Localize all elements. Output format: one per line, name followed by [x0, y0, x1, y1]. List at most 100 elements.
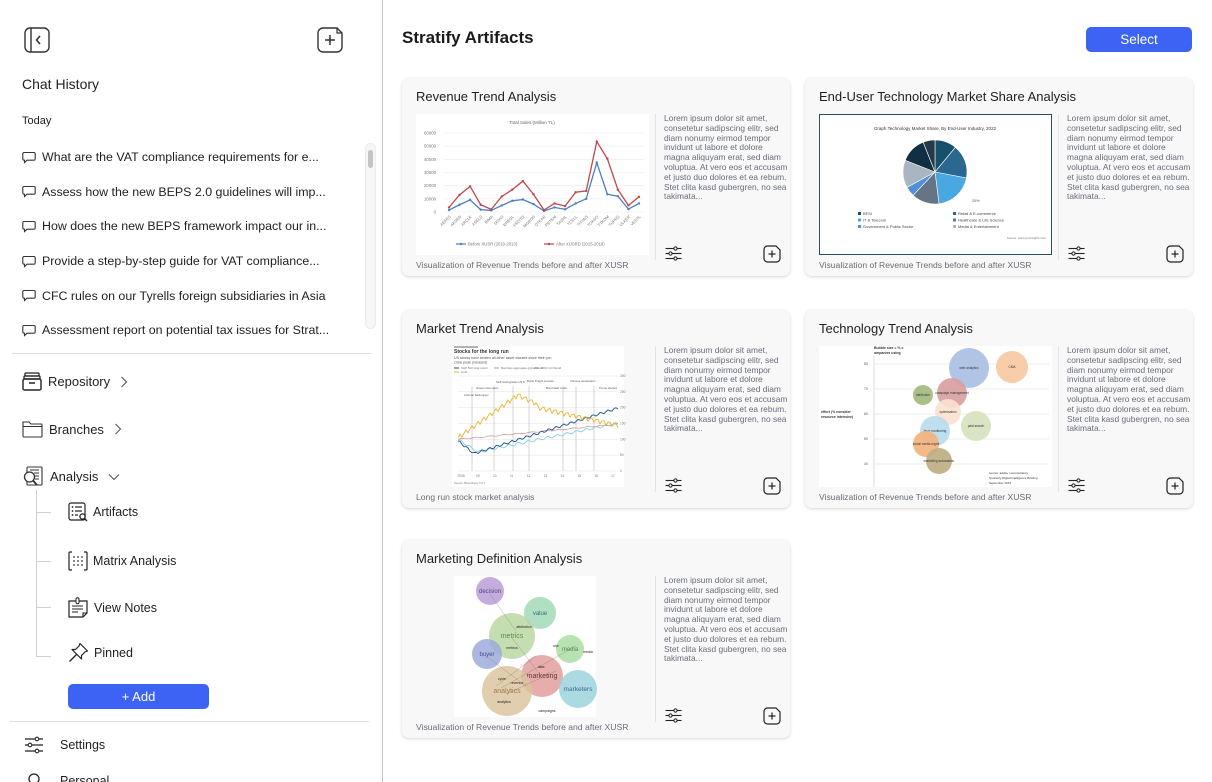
tree-line — [36, 490, 37, 657]
data-point — [500, 204, 503, 207]
sliders-icon[interactable] — [665, 708, 682, 728]
bubble-label: paid search — [968, 424, 985, 428]
stocks-long-run-chart: Stocks for the long runUS stocks have be… — [452, 346, 626, 487]
legend-label: Retail & E-commerce — [958, 211, 997, 216]
chevron-down-icon — [108, 473, 120, 481]
new-chat-button[interactable] — [316, 26, 344, 54]
add-to-doc-icon[interactable] — [763, 245, 781, 268]
chat-bubble-icon — [22, 290, 36, 302]
pin-icon — [68, 642, 89, 663]
legend-label: Media & Entertainment — [958, 224, 1000, 229]
artifact-card[interactable]: Marketing Definition Analysis decision va… — [402, 540, 790, 738]
add-to-doc-icon[interactable] — [763, 707, 781, 730]
chart-source: source: adobe / econsultancy — [989, 471, 1029, 475]
chart-subtitle: crisis peak (rebased) — [454, 361, 487, 365]
sliders-icon[interactable] — [1068, 246, 1085, 266]
card-thumbnail[interactable]: Graph Technology Market Share, By End-Us… — [819, 114, 1052, 255]
chat-list: What are the VAT compliance requirements… — [22, 140, 352, 348]
chat-item[interactable]: Assessment report on potential tax issue… — [22, 313, 352, 348]
sliders-icon[interactable] — [1068, 478, 1085, 498]
add-to-doc-icon[interactable] — [1166, 245, 1184, 268]
chat-item[interactable]: What are the VAT compliance requirements… — [22, 140, 352, 175]
data-point — [627, 204, 630, 207]
artifact-card[interactable]: Revenue Trend Analysis Total Sales (Mill… — [402, 78, 790, 276]
tree-branch — [36, 561, 51, 562]
card-title: End-User Technology Market Share Analysi… — [819, 89, 1076, 104]
artifact-card[interactable]: Market Trend Analysis Stocks for the lon… — [402, 310, 790, 508]
chart-title: Graph Technology Market Share, By End-Us… — [874, 126, 997, 131]
matrix-icon — [68, 551, 88, 571]
legend-label: Before XUSR (2010-2013) — [468, 242, 518, 247]
x-tick-label: 14 — [560, 474, 564, 478]
nav-matrix-analysis[interactable]: Matrix Analysis — [68, 551, 176, 571]
y-tick-label: 60 — [864, 412, 868, 416]
nav-artifacts-label: Artifacts — [93, 505, 139, 519]
collapse-sidebar-button[interactable] — [23, 26, 51, 54]
chat-item[interactable]: How does the new BEPS framework impact o… — [22, 209, 352, 244]
y-tick-label: 30000 — [424, 170, 437, 175]
chat-list-scrollbar[interactable] — [365, 143, 376, 329]
small-word: attribution — [516, 625, 531, 629]
nav-repository-label: Repository — [48, 374, 111, 389]
y-tick-label: 80 — [864, 362, 868, 366]
select-button[interactable]: Select — [1086, 27, 1192, 52]
legend-label: MSCI All World — [541, 366, 561, 370]
nav-pinned[interactable]: Pinned — [68, 642, 133, 663]
card-divider — [655, 114, 656, 260]
card-thumbnail[interactable]: decision value metrics buyer media marketing a… — [416, 576, 649, 717]
artifact-card[interactable]: Technology Trend Analysis Bubble size = … — [805, 310, 1193, 508]
chat-item-label: Assessment report on potential tax issue… — [42, 323, 330, 338]
card-thumbnail[interactable]: Stocks for the long run US stocks have be… — [416, 346, 649, 487]
slice-label: 20% — [972, 199, 980, 203]
x-tick-label: 09 — [476, 474, 480, 478]
card-thumbnail[interactable]: Bubble size = % c ompanies using 40 50 60 70 8… — [819, 346, 1052, 487]
nav-view-notes[interactable]: View Notes — [68, 597, 157, 619]
data-point — [458, 193, 461, 197]
nav-personal-label: Personal — [60, 774, 110, 782]
chart-header: ompanies using — [874, 351, 901, 355]
chart-source: Quarterly Digital Intelligence Briefing — [989, 476, 1038, 480]
data-point — [606, 193, 609, 196]
add-to-doc-icon[interactable] — [763, 477, 781, 500]
word-label: marketers — [564, 686, 594, 693]
list-search-icon — [68, 502, 88, 522]
card-title: Revenue Trend Analysis — [416, 89, 557, 104]
sticky-note-icon — [68, 597, 89, 619]
add-to-doc-icon[interactable] — [1166, 477, 1184, 500]
artifact-card[interactable]: End-User Technology Market Share Analysi… — [805, 78, 1193, 276]
nav-settings[interactable]: Settings — [24, 736, 105, 754]
nav-analysis[interactable]: Analysis — [22, 466, 120, 487]
nav-settings-label: Settings — [60, 738, 106, 752]
card-title: Technology Trend Analysis — [819, 321, 973, 336]
legend-label: After XUSRD (2015-2018) — [556, 242, 605, 247]
sidebar: Chat History Today What are the VAT comp… — [0, 0, 383, 782]
nav-branches[interactable]: Branches — [22, 420, 122, 438]
sliders-icon[interactable] — [665, 478, 682, 498]
series-line — [448, 139, 640, 211]
nav-personal[interactable]: Personal — [24, 772, 109, 782]
y-tick-label: 50 — [620, 453, 624, 457]
scrollbar-thumb[interactable] — [368, 150, 373, 168]
divider — [12, 353, 371, 354]
x-tick-label: 15 — [577, 474, 581, 478]
nav-artifacts[interactable]: Artifacts — [68, 502, 138, 522]
chat-item[interactable]: Assess how the new BEPS 2.0 guidelines w… — [22, 175, 352, 210]
card-thumbnail[interactable]: Total Sales (Million TL) 0 10000 20000 30000… — [416, 114, 649, 255]
y-axis-label: effort (% consider — [821, 410, 851, 414]
card-title: Marketing Definition Analysis — [416, 551, 583, 566]
chevron-right-icon — [120, 376, 128, 388]
chat-item[interactable]: Provide a step-by-step guide for VAT com… — [22, 244, 352, 279]
legend-label: IT & Telecom — [863, 218, 887, 223]
annotation: Mario Draghi promise… — [527, 379, 557, 383]
legend-swatch — [953, 212, 956, 215]
add-button[interactable]: + Add — [68, 684, 209, 709]
x-tick-label: 2008 — [457, 474, 465, 478]
annotation: Chinese devaluation … — [570, 379, 599, 383]
sliders-icon[interactable] — [665, 246, 682, 266]
y-tick-label: 100 — [620, 437, 626, 441]
x-tick-label: 17 — [611, 474, 615, 478]
chat-item[interactable]: CFC rules on our Tyrells foreign subsidi… — [22, 278, 352, 313]
marketing-word-cloud: decisionvaluemetricsbuyermediamarketinga… — [454, 576, 597, 717]
chart-source: Source: www.gminsights.com — [1007, 236, 1047, 240]
nav-repository[interactable]: Repository — [22, 372, 128, 391]
